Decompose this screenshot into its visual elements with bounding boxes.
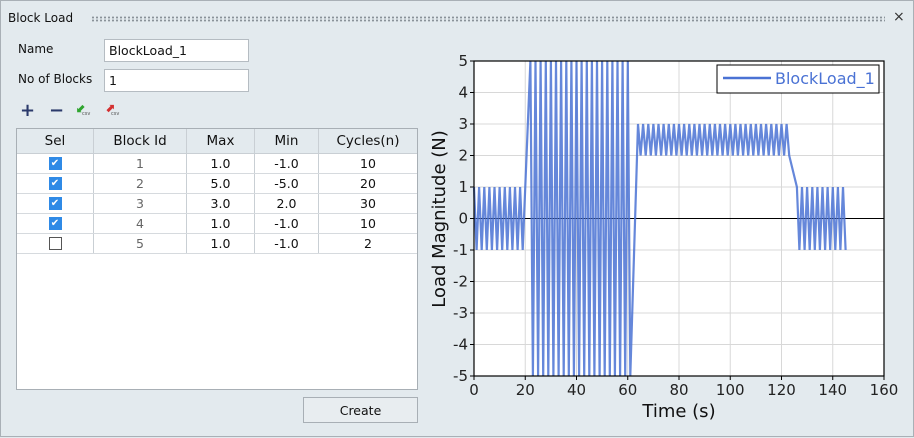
x-tick-label: 140: [818, 381, 847, 399]
x-tick-label: 20: [516, 381, 535, 399]
y-axis-label: Load Magnitude (N): [429, 130, 450, 308]
x-tick-label: 0: [469, 381, 479, 399]
x-tick-label: 80: [669, 381, 688, 399]
load-chart: 0 20 40 60 80 100 120 140 160 5 4 3 2 1 0 -1 -2 -3 -4 -5 Blo…: [429, 52, 899, 422]
x-tick-label: 40: [567, 381, 586, 399]
x-tick-label: 160: [870, 381, 899, 399]
x-tick-label: 120: [767, 381, 796, 399]
x-axis-label: Time (s): [641, 401, 715, 422]
y-tick-label: -1: [453, 241, 468, 259]
y-tick-label: -4: [453, 336, 468, 354]
y-tick-label: -3: [453, 304, 468, 322]
x-tick-label: 100: [716, 381, 745, 399]
y-tick-label: 2: [458, 147, 468, 165]
y-tick-label: 4: [458, 84, 468, 102]
y-tick-label: 1: [458, 178, 468, 196]
y-tick-label: -2: [453, 273, 468, 291]
y-tick-label: 0: [458, 210, 468, 228]
y-tick-label: -5: [453, 367, 468, 385]
x-tick-label: 60: [618, 381, 637, 399]
legend-label: BlockLoad_1: [775, 69, 875, 89]
block-load-window: Block Load × Name BlockLoad_1 No of Bloc…: [0, 0, 914, 437]
y-tick-label: 5: [458, 52, 468, 70]
y-tick-label: 3: [458, 115, 468, 133]
